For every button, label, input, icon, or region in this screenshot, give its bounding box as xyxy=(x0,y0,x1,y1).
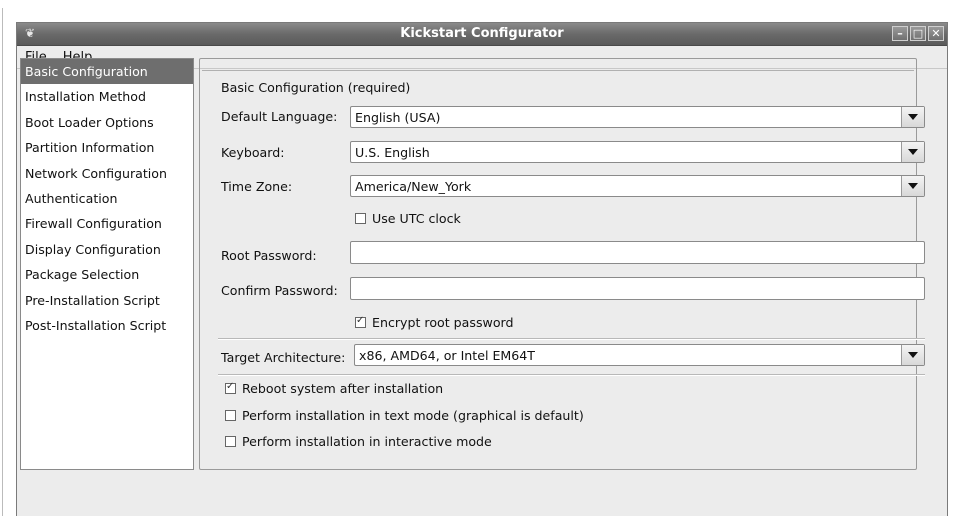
separator xyxy=(218,374,925,376)
target-architecture-value: x86, AMD64, or Intel EM64T xyxy=(359,348,536,363)
sidebar-item-basic-configuration[interactable]: Basic Configuration xyxy=(21,59,193,85)
interactive-mode-checkbox[interactable]: Perform installation in interactive mode xyxy=(225,434,492,449)
reboot-after-install-label: Reboot system after installation xyxy=(242,381,444,396)
sidebar-item-network-configuration[interactable]: Network Configuration xyxy=(21,161,193,186)
sidebar-item-installation-method[interactable]: Installation Method xyxy=(21,84,193,109)
use-utc-clock-checkbox[interactable]: Use UTC clock xyxy=(355,211,461,226)
text-mode-label: Perform installation in text mode (graph… xyxy=(242,408,584,423)
title-bar[interactable]: ❦ Kickstart Configurator – □ ✕ xyxy=(17,23,947,46)
sidebar-item-authentication[interactable]: Authentication xyxy=(21,186,193,211)
separator xyxy=(218,338,925,340)
background-edge xyxy=(2,8,3,516)
confirm-password-label: Confirm Password: xyxy=(221,283,338,298)
confirm-password-field[interactable] xyxy=(350,277,925,300)
target-architecture-label: Target Architecture: xyxy=(221,350,346,365)
target-architecture-select[interactable]: x86, AMD64, or Intel EM64T xyxy=(354,344,925,366)
use-utc-clock-label: Use UTC clock xyxy=(372,211,461,226)
interactive-mode-label: Perform installation in interactive mode xyxy=(242,434,492,449)
window-controls: – □ ✕ xyxy=(892,26,944,41)
window-title: Kickstart Configurator xyxy=(400,26,564,41)
minimize-icon[interactable]: – xyxy=(892,26,908,41)
sidebar-item-post-installation-script[interactable]: Post-Installation Script xyxy=(21,313,193,338)
sidebar-item-partition-information[interactable]: Partition Information xyxy=(21,135,193,160)
chevron-down-icon[interactable] xyxy=(901,176,924,196)
text-mode-checkbox[interactable]: Perform installation in text mode (graph… xyxy=(225,408,584,423)
reboot-after-install-checkbox[interactable]: Reboot system after installation xyxy=(225,381,443,396)
encrypt-root-password-label: Encrypt root password xyxy=(372,315,514,330)
default-language-label: Default Language: xyxy=(221,109,338,124)
checkbox-checked-icon[interactable] xyxy=(225,381,236,394)
encrypt-root-password-checkbox[interactable]: Encrypt root password xyxy=(355,315,513,330)
section-list: Basic Configuration Installation Method … xyxy=(20,58,194,470)
checkbox-checked-icon[interactable] xyxy=(355,315,366,328)
default-language-select[interactable]: English (USA) xyxy=(350,106,925,128)
sidebar-item-package-selection[interactable]: Package Selection xyxy=(21,262,193,287)
time-zone-label: Time Zone: xyxy=(221,179,293,194)
sidebar-item-display-configuration[interactable]: Display Configuration xyxy=(21,237,193,262)
checkbox-unchecked-icon[interactable] xyxy=(225,410,236,421)
keyboard-label: Keyboard: xyxy=(221,145,285,160)
keyboard-select[interactable]: U.S. English xyxy=(350,141,925,163)
sidebar-item-pre-installation-script[interactable]: Pre-Installation Script xyxy=(21,288,193,313)
close-icon[interactable]: ✕ xyxy=(928,26,944,41)
checkbox-unchecked-icon[interactable] xyxy=(225,436,236,447)
root-password-label: Root Password: xyxy=(221,248,317,263)
default-language-value: English (USA) xyxy=(355,110,441,125)
chevron-down-icon[interactable] xyxy=(901,142,924,162)
chevron-down-icon[interactable] xyxy=(901,345,924,365)
checkbox-unchecked-icon[interactable] xyxy=(355,213,366,224)
sidebar-item-firewall-configuration[interactable]: Firewall Configuration xyxy=(21,211,193,236)
root-password-field[interactable] xyxy=(350,241,925,264)
maximize-icon[interactable]: □ xyxy=(910,26,926,41)
time-zone-value: America/New_York xyxy=(355,179,472,194)
keyboard-value: U.S. English xyxy=(355,145,430,160)
time-zone-select[interactable]: America/New_York xyxy=(350,175,925,197)
sidebar-item-boot-loader-options[interactable]: Boot Loader Options xyxy=(21,110,193,135)
chevron-down-icon[interactable] xyxy=(901,107,924,127)
group-title: Basic Configuration (required) xyxy=(218,80,414,95)
